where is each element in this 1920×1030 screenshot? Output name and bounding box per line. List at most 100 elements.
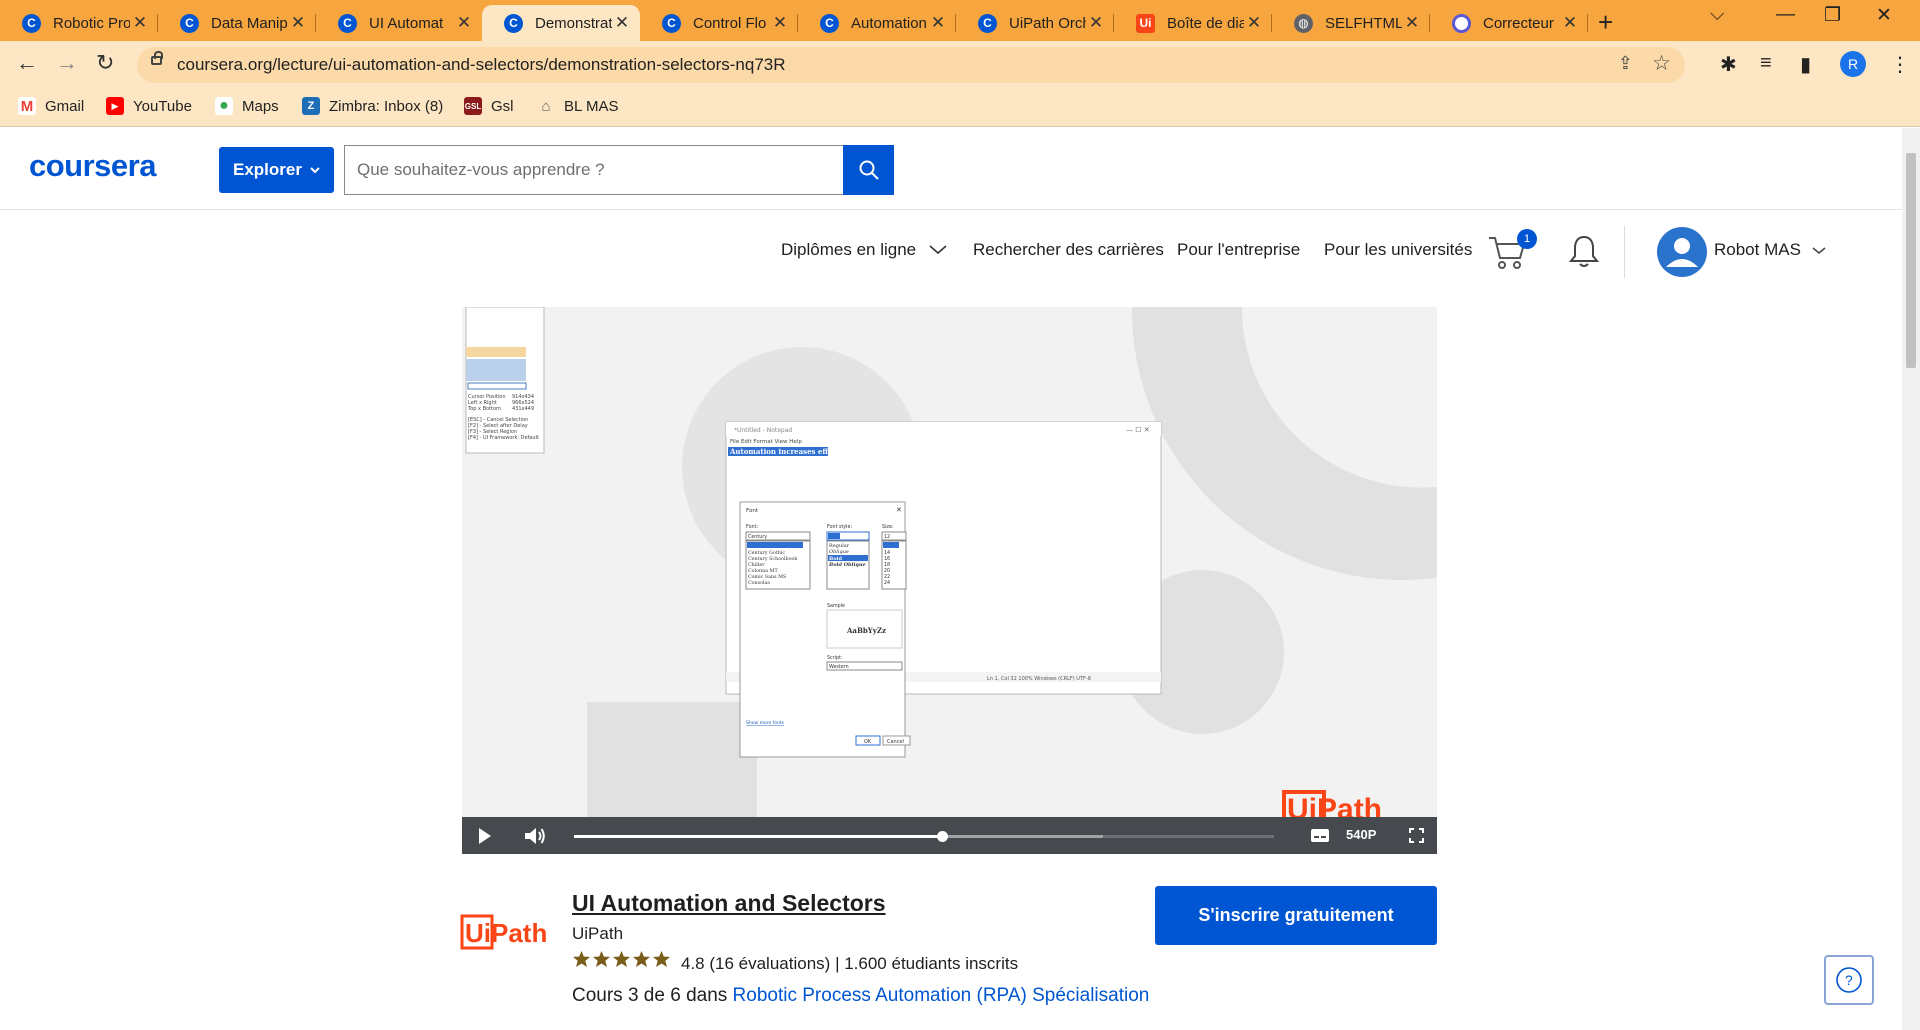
svg-text:AaBbYyZz: AaBbYyZz — [846, 626, 886, 635]
close-icon[interactable]: ✕ — [770, 13, 790, 33]
course-title[interactable]: UI Automation and Selectors — [572, 890, 886, 917]
coursera-icon: C — [978, 13, 997, 33]
bookmark-gsl[interactable]: GSL Gsl — [464, 97, 514, 115]
user-avatar[interactable] — [1657, 227, 1707, 277]
fullscreen-icon[interactable] — [1409, 828, 1424, 843]
close-icon[interactable]: ✕ — [1402, 13, 1422, 33]
close-icon[interactable]: ✕ — [612, 13, 632, 33]
bookmark-maps[interactable]: ● Maps — [215, 97, 279, 115]
tab-automation[interactable]: C Automation ✕ — [798, 5, 956, 41]
tab-title: Data Manip — [211, 14, 288, 32]
svg-text:22: 22 — [884, 574, 890, 580]
bookmark-gmail[interactable]: M Gmail — [18, 97, 84, 115]
close-icon[interactable]: ✕ — [1086, 13, 1106, 33]
page-scrollbar[interactable] — [1902, 128, 1920, 1030]
bookmark-label: YouTube — [133, 97, 192, 115]
tab-title: Robotic Pro — [53, 14, 130, 32]
help-button[interactable]: ? — [1824, 955, 1874, 1005]
tab-title: UiPath Orch — [1009, 14, 1086, 32]
bell-icon[interactable] — [1568, 234, 1600, 268]
restore-button[interactable]: ❐ — [1824, 4, 1841, 27]
window-close-button[interactable]: ✕ — [1876, 4, 1892, 27]
close-icon[interactable]: ✕ — [1244, 13, 1264, 33]
svg-text:Font:: Font: — [746, 524, 758, 530]
share-icon[interactable]: ⇪ — [1618, 53, 1633, 74]
address-toolbar: ← → ↻ coursera.org/lecture/ui-automation… — [0, 41, 1920, 89]
bookmark-zimbra[interactable]: Z Zimbra: Inbox (8) — [302, 97, 443, 115]
nav-universities[interactable]: Pour les universités — [1324, 240, 1472, 260]
video-controls: 540P — [462, 817, 1437, 854]
star-icon — [652, 950, 671, 968]
bookmark-label: Zimbra: Inbox (8) — [329, 97, 444, 115]
progress-thumb[interactable] — [936, 831, 948, 842]
tab-demonstration-active[interactable]: C Demonstrat ✕ — [482, 5, 640, 41]
bookmark-star-icon[interactable]: ☆ — [1652, 51, 1671, 76]
extensions-icon[interactable]: ✱ — [1720, 52, 1737, 77]
svg-text:Top x Bottom: Top x Bottom — [467, 406, 501, 412]
rating-separator: | — [835, 954, 840, 973]
url-text[interactable]: coursera.org/lecture/ui-automation-and-s… — [177, 55, 786, 75]
tab-data-manipulation[interactable]: C Data Manip ✕ — [158, 5, 316, 41]
user-menu[interactable]: Robot MAS — [1714, 240, 1826, 260]
progress-slider[interactable] — [574, 831, 1274, 842]
coursera-icon: C — [662, 13, 681, 33]
close-icon[interactable]: ✕ — [130, 13, 150, 33]
tab-uipath-orchestrator[interactable]: C UiPath Orch ✕ — [956, 5, 1114, 41]
profile-avatar[interactable]: R — [1840, 51, 1866, 77]
bookmark-bl-mas[interactable]: ⌂ BL MAS — [537, 97, 618, 115]
close-icon[interactable]: ✕ — [288, 13, 308, 33]
video-player[interactable]: Cursor Position 914x434 Left x Right 966x5… — [462, 307, 1437, 854]
youtube-icon: ▶ — [106, 97, 124, 115]
tab-title: Boîte de dia — [1167, 14, 1244, 32]
specialization-link[interactable]: Robotic Process Automation (RPA) Spécial… — [733, 985, 1150, 1006]
course-index-prefix: Cours 3 de 6 dans — [572, 985, 728, 1006]
svg-text:12: 12 — [884, 534, 890, 540]
tab-title: UI Automat — [369, 14, 444, 32]
tab-correcteur[interactable]: Correcteur ✕ — [1430, 5, 1588, 41]
svg-text:20: 20 — [884, 568, 890, 574]
close-icon[interactable]: ✕ — [1560, 13, 1580, 33]
forward-button[interactable]: → — [56, 50, 78, 76]
nav-careers[interactable]: Rechercher des carrières — [973, 240, 1164, 260]
nav-business[interactable]: Pour l'entreprise — [1177, 240, 1300, 260]
cart-count-badge: 1 — [1517, 229, 1537, 249]
video-frame: Cursor Position 914x434 Left x Right 966x5… — [462, 307, 1437, 834]
tab-selfhtml[interactable]: ◍ SELFHTML: ✕ — [1272, 5, 1430, 41]
star-icon — [592, 950, 611, 968]
scrollbar-thumb[interactable] — [1906, 153, 1916, 368]
bookmark-label: Gsl — [491, 97, 514, 115]
search-input[interactable] — [344, 145, 844, 195]
new-tab-button[interactable]: + — [1598, 7, 1613, 38]
close-icon[interactable]: ✕ — [928, 13, 948, 33]
volume-icon[interactable] — [524, 826, 546, 846]
play-icon[interactable] — [477, 827, 493, 845]
bookmark-youtube[interactable]: ▶ YouTube — [106, 97, 192, 115]
side-panel-icon[interactable]: ▮ — [1800, 52, 1811, 77]
back-button[interactable]: ← — [16, 50, 38, 76]
chrome-menu-icon[interactable]: ⋮ — [1890, 52, 1910, 77]
tab-search-chevron-icon[interactable]: ⌵ — [1710, 4, 1724, 26]
svg-text:File Edit Format View: File Edit Format View Help — [730, 439, 802, 445]
help-icon: ? — [1836, 967, 1862, 993]
address-bar[interactable]: coursera.org/lecture/ui-automation-and-s… — [137, 47, 1685, 83]
svg-text:Ln 1, Col 32 100%: Ln 1, Col 32 100% Windows (CRLF) UTF-8 — [987, 676, 1091, 682]
nav-degrees[interactable]: Diplômes en ligne — [781, 240, 947, 260]
search-button[interactable] — [843, 145, 894, 195]
browser-window: C Robotic Pro ✕ C Data Manip ✕ C UI Auto… — [0, 0, 1920, 1030]
tab-robotic-process[interactable]: C Robotic Pro ✕ — [0, 5, 158, 41]
quality-selector[interactable]: 540P — [1346, 827, 1376, 842]
minimize-button[interactable]: — — [1776, 4, 1795, 26]
enroll-button[interactable]: S'inscrire gratuitement — [1155, 886, 1437, 945]
reload-button[interactable]: ↻ — [96, 50, 114, 76]
tab-control-flow[interactable]: C Control Flo ✕ — [640, 5, 798, 41]
captions-icon[interactable] — [1310, 828, 1330, 843]
close-icon[interactable]: ✕ — [454, 13, 474, 33]
coursera-icon: C — [820, 13, 839, 33]
svg-text:Century Schoolbook: Century Schoolbook — [748, 556, 797, 562]
coursera-logo[interactable]: coursera — [29, 148, 156, 184]
explore-button[interactable]: Explorer — [219, 147, 334, 193]
media-control-icon[interactable]: ≡ — [1760, 52, 1772, 75]
tab-ui-automation[interactable]: C UI Automat ✕ — [316, 5, 482, 41]
search-icon — [859, 160, 879, 180]
tab-boite-de-dialogue[interactable]: Ui Boîte de dia ✕ — [1114, 5, 1272, 41]
